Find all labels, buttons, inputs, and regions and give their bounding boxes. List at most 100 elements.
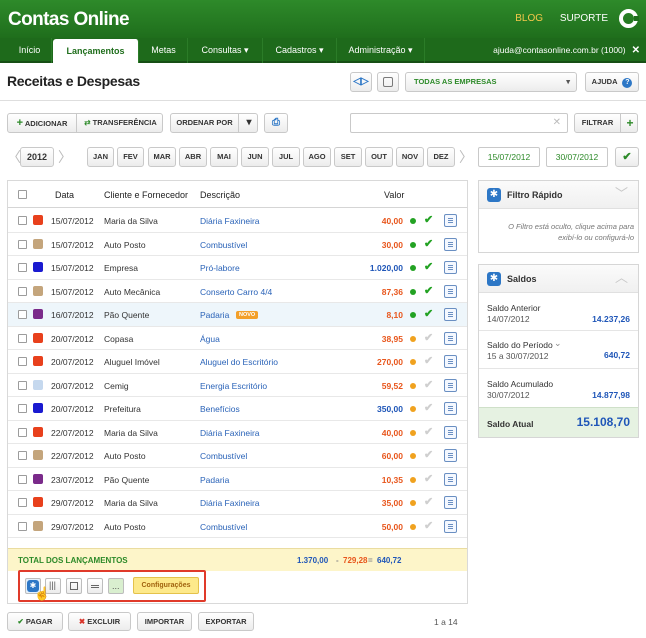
close-icon[interactable]: ✕ (632, 45, 640, 56)
document-icon[interactable] (444, 331, 457, 345)
select-all-checkbox[interactable] (18, 190, 27, 199)
row-checkbox[interactable] (18, 310, 27, 319)
quick-filter-header[interactable]: ✱ Filtro Rápido ﹀ (479, 181, 638, 209)
row-checkbox[interactable] (18, 451, 27, 460)
row-description-link[interactable]: Padaria (200, 475, 229, 485)
year-button[interactable]: 2012 (20, 147, 54, 167)
table-row[interactable]: 20/07/2012 Aluguel Imóvel Aluguel do Escri… (8, 350, 467, 374)
check-icon[interactable]: ✔ (424, 331, 433, 344)
table-row[interactable]: 20/07/2012 Copasa Água 38,95 ✔ (8, 327, 467, 350)
row-description-link[interactable]: Benefícios (200, 404, 240, 414)
month-jan[interactable]: JAN (87, 147, 114, 167)
check-icon[interactable]: ✔ (424, 260, 433, 273)
row-checkbox[interactable] (18, 521, 27, 531)
document-icon[interactable] (444, 449, 457, 462)
row-checkbox[interactable] (18, 474, 27, 484)
month-dez[interactable]: DEZ (427, 147, 455, 167)
row-checkbox[interactable] (18, 498, 27, 507)
add-filter-icon[interactable]: + (622, 114, 638, 132)
check-icon[interactable]: ✔ (424, 284, 433, 297)
chevron-down-icon[interactable]: ⌄ (554, 338, 562, 349)
check-icon[interactable]: ✔ (424, 354, 433, 367)
table-row[interactable]: 15/07/2012 Auto Mecânica Conserto Carro 4/… (8, 280, 467, 303)
expand-horizontal-button[interactable]: ◁▷ (350, 72, 372, 92)
table-row[interactable]: 22/07/2012 Auto Posto Combustível 60,00 ✔ (8, 444, 467, 468)
table-row[interactable]: 20/07/2012 Cemig Energia Escritório 59,52 ✔ (8, 374, 467, 397)
order-dropdown-icon[interactable]: ▾ (240, 114, 258, 132)
document-icon[interactable] (444, 519, 457, 533)
help-button[interactable]: AJUDA ? (585, 72, 639, 92)
support-link[interactable]: SUPORTE (560, 13, 608, 24)
check-icon[interactable]: ✔ (424, 495, 433, 508)
check-icon[interactable]: ✔ (424, 425, 433, 438)
end-date-input[interactable]: 30/07/2012 (546, 147, 608, 167)
nav-lancamentos[interactable]: Lançamentos (53, 39, 139, 63)
row-checkbox[interactable] (18, 380, 27, 390)
header-client[interactable]: Cliente e Fornecedor (104, 190, 188, 200)
export-button[interactable]: EXPORTAR (198, 612, 254, 631)
nav-consultas[interactable]: Consultas ▾ (188, 38, 263, 63)
pay-button[interactable]: ✔ PAGAR (7, 612, 63, 631)
row-description-link[interactable]: Diária Faxineira (200, 498, 260, 508)
row-description-link[interactable]: Padaria (200, 310, 229, 320)
next-month-icon[interactable]: 〉 (459, 147, 473, 167)
row-checkbox[interactable] (18, 333, 27, 343)
document-icon[interactable] (444, 284, 457, 298)
check-icon[interactable]: ✔ (424, 519, 433, 532)
document-icon[interactable] (444, 402, 457, 415)
document-icon[interactable] (444, 496, 457, 509)
check-icon[interactable]: ✔ (424, 213, 433, 226)
user-email[interactable]: ajuda@contasonline.com.br (1000) (493, 45, 625, 55)
gear-icon[interactable]: ✱ (487, 272, 501, 286)
row-description-link[interactable]: Conserto Carro 4/4 (200, 287, 272, 297)
table-row[interactable]: 22/07/2012 Maria da Silva Diária Faxineira… (8, 421, 467, 444)
check-icon[interactable]: ✔ (424, 237, 433, 250)
import-button[interactable]: IMPORTAR (137, 612, 192, 631)
nav-metas[interactable]: Metas (140, 38, 188, 63)
check-icon[interactable]: ✔ (424, 307, 433, 320)
table-row[interactable]: 15/07/2012 Maria da Silva Diária Faxineira… (8, 209, 467, 233)
check-icon[interactable]: ✔ (424, 401, 433, 414)
document-icon[interactable] (444, 261, 457, 274)
header-value[interactable]: Valor (384, 190, 404, 200)
print-button[interactable]: ⎙ (264, 113, 288, 133)
table-row[interactable]: 29/07/2012 Auto Posto Combustível 50,00 ✔ (8, 515, 467, 538)
rows-tool-button[interactable] (87, 578, 103, 594)
apply-period-button[interactable]: ✔ (615, 147, 639, 167)
check-icon[interactable]: ✔ (424, 448, 433, 461)
header-date[interactable]: Data (55, 190, 74, 200)
filter-button[interactable]: FILTRAR (575, 114, 621, 132)
month-jun[interactable]: JUN (241, 147, 269, 167)
month-fev[interactable]: FEV (117, 147, 144, 167)
blog-link[interactable]: BLOG (515, 13, 543, 24)
row-description-link[interactable]: Água (200, 334, 220, 344)
balances-header[interactable]: ✱ Saldos ︿ (479, 265, 638, 293)
month-mai[interactable]: MAI (210, 147, 238, 167)
row-description-link[interactable]: Diária Faxineira (200, 216, 260, 226)
month-set[interactable]: SET (334, 147, 362, 167)
month-jul[interactable]: JUL (272, 147, 300, 167)
row-description-link[interactable]: Combustível (200, 451, 247, 461)
document-icon[interactable] (444, 214, 457, 227)
nav-inicio[interactable]: Início (8, 38, 52, 63)
search-input[interactable]: ✕ (350, 113, 568, 133)
next-year-icon[interactable]: 〉 (58, 147, 72, 167)
row-checkbox[interactable] (18, 427, 27, 437)
row-description-link[interactable]: Aluguel do Escritório (200, 357, 278, 367)
document-icon[interactable] (444, 378, 457, 392)
month-abr[interactable]: ABR (179, 147, 207, 167)
row-description-link[interactable]: Combustível (200, 240, 247, 250)
check-icon[interactable]: ✔ (424, 472, 433, 485)
clear-search-icon[interactable]: ✕ (553, 117, 561, 128)
table-row[interactable]: 23/07/2012 Pão Quente Padaria 10,35 ✔ (8, 468, 467, 491)
table-row[interactable]: 15/07/2012 Auto Posto Combustível 30,00 ✔ (8, 233, 467, 256)
nav-cadastros[interactable]: Cadastros ▾ (263, 38, 337, 63)
month-out[interactable]: OUT (365, 147, 393, 167)
company-select[interactable]: TODAS AS EMPRESAS ▾ (405, 72, 577, 92)
document-icon[interactable] (444, 308, 457, 321)
document-icon[interactable] (444, 355, 457, 368)
row-checkbox[interactable] (18, 239, 27, 249)
check-icon[interactable]: ✔ (424, 378, 433, 391)
delete-button[interactable]: ✖ EXCLUIR (68, 612, 131, 631)
month-mar[interactable]: MAR (148, 147, 176, 167)
